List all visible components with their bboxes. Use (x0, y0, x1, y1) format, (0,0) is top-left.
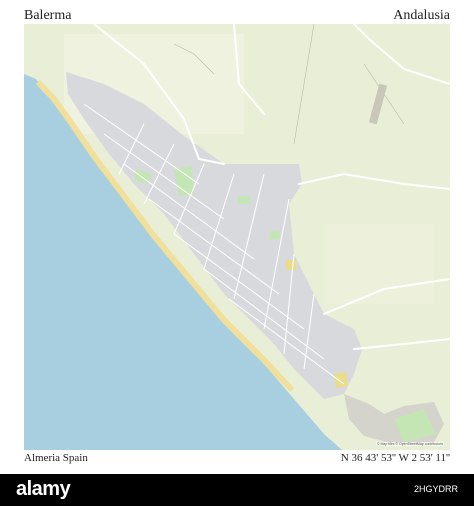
image-id: 2HGYDRR (413, 484, 458, 494)
map-canvas (24, 24, 450, 450)
sports-field (286, 260, 296, 270)
sports-field (334, 372, 348, 388)
map-poster: Balerma Andalusia © Map tiles © OpenStre… (0, 0, 474, 474)
poster-title: Balerma (24, 8, 72, 23)
map-area[interactable]: © Map tiles © OpenStreetMap contributors (24, 24, 450, 450)
alamy-logo: alamy (16, 478, 71, 500)
map-attribution: © Map tiles © OpenStreetMap contributors (375, 442, 444, 446)
poster-region: Andalusia (393, 8, 450, 23)
watermark-bar: alamy 2HGYDRR (0, 474, 474, 506)
location-caption: Almeria Spain (24, 452, 88, 464)
coordinates-caption: N 36 43' 53'' W 2 53' 11'' (340, 452, 450, 464)
park-area (238, 196, 250, 204)
